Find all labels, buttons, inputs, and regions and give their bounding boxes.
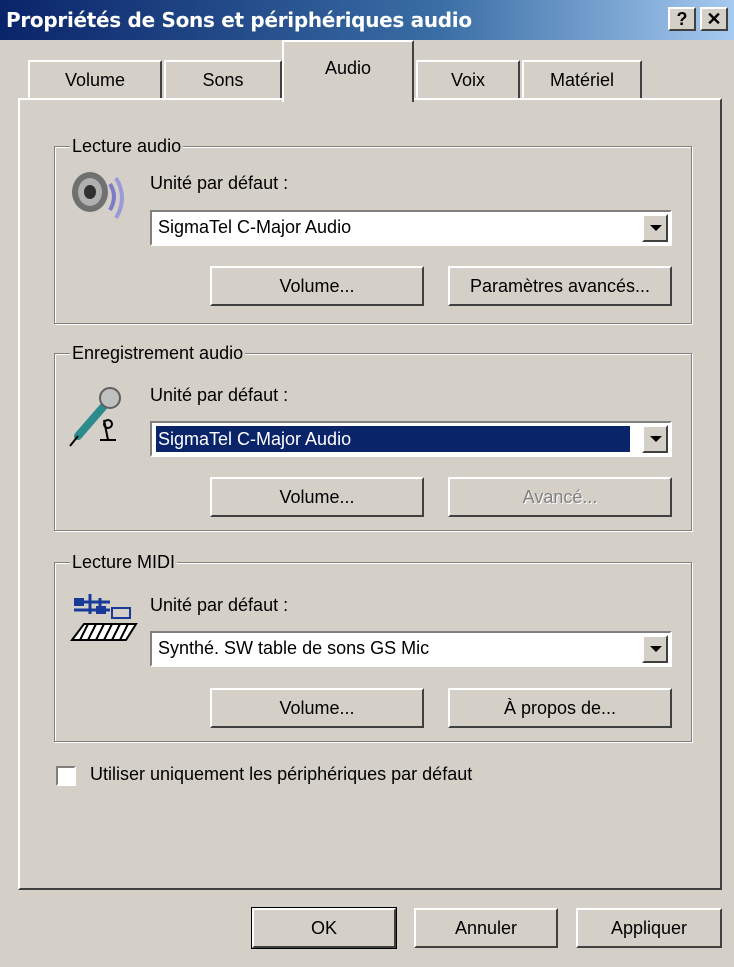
playback-advanced-button[interactable]: Paramètres avancés...: [448, 266, 672, 306]
tab-materiel[interactable]: Matériel: [522, 60, 642, 100]
microphone-icon: [64, 380, 134, 450]
default-only-checkbox[interactable]: [56, 766, 76, 786]
help-button[interactable]: ?: [668, 7, 696, 31]
recording-device-select[interactable]: SigmaTel C-Major Audio: [150, 421, 672, 457]
midi-keyboard-icon: [70, 590, 140, 650]
tab-voix[interactable]: Voix: [416, 60, 520, 100]
playback-device-select[interactable]: SigmaTel C-Major Audio: [150, 210, 672, 246]
tab-sons[interactable]: Sons: [164, 60, 282, 100]
tab-volume[interactable]: Volume: [28, 60, 162, 100]
ok-button[interactable]: OK: [251, 907, 397, 949]
speaker-icon: [64, 166, 134, 226]
chevron-down-icon[interactable]: [642, 214, 668, 242]
window-title: Propriétés de Sons et périphériques audi…: [6, 8, 472, 32]
midi-device-select[interactable]: Synthé. SW table de sons GS Mic: [150, 631, 672, 667]
midi-device-value: Synthé. SW table de sons GS Mic: [158, 638, 430, 658]
recording-legend: Enregistrement audio: [70, 342, 246, 364]
title-bar[interactable]: Propriétés de Sons et périphériques audi…: [0, 0, 734, 40]
close-button[interactable]: ✕: [700, 7, 728, 31]
playback-legend: Lecture audio: [70, 135, 184, 157]
chevron-down-icon[interactable]: [642, 635, 668, 663]
midi-about-button[interactable]: À propos de...: [448, 688, 672, 728]
cancel-button[interactable]: Annuler: [414, 908, 558, 948]
apply-button[interactable]: Appliquer: [576, 908, 722, 948]
playback-device-value: SigmaTel C-Major Audio: [158, 217, 352, 237]
chevron-down-icon[interactable]: [642, 425, 668, 453]
recording-advanced-button[interactable]: Avancé...: [448, 477, 672, 517]
midi-volume-button[interactable]: Volume...: [210, 688, 424, 728]
playback-device-label: Unité par défaut :: [150, 173, 289, 193]
recording-device-label: Unité par défaut :: [150, 385, 289, 405]
tab-audio[interactable]: Audio: [282, 40, 414, 102]
recording-device-value: SigmaTel C-Major Audio: [156, 426, 630, 452]
midi-device-label: Unité par défaut :: [150, 595, 289, 615]
midi-legend: Lecture MIDI: [70, 551, 178, 573]
recording-volume-button[interactable]: Volume...: [210, 477, 424, 517]
default-only-label[interactable]: Utiliser uniquement les périphériques pa…: [90, 764, 472, 785]
playback-volume-button[interactable]: Volume...: [210, 266, 424, 306]
